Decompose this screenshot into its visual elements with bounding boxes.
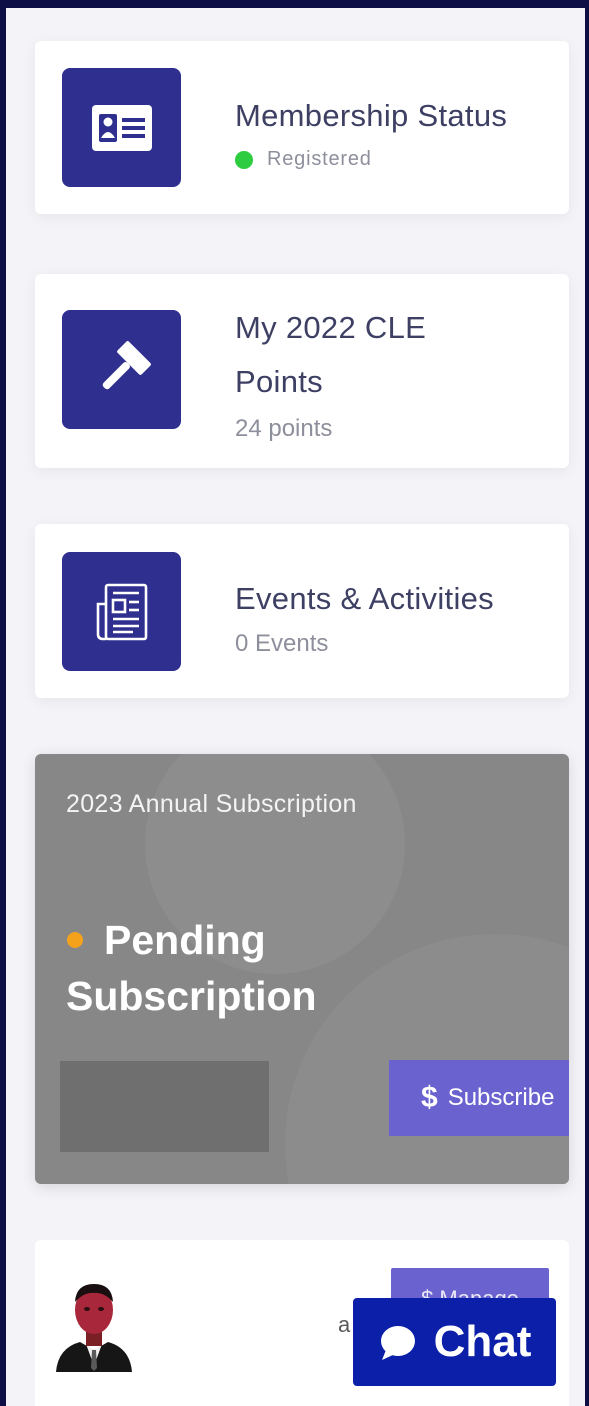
membership-status-text: Registered: [267, 148, 372, 171]
chat-button-label: Chat: [433, 1317, 532, 1366]
events-activities-value: 0 Events: [235, 630, 329, 657]
redacted-placeholder: [60, 1061, 269, 1152]
cle-points-title-line2: Points: [235, 364, 323, 399]
avatar: [54, 1276, 134, 1372]
chat-button[interactable]: Chat: [353, 1298, 556, 1386]
subscription-status-line1: Pending: [104, 917, 266, 963]
dashboard-page: Membership Status Registered My 2022 CLE…: [6, 8, 585, 1406]
profile-name-text: a: [338, 1312, 351, 1337]
events-activities-title: Events & Activities: [235, 581, 494, 616]
cle-points-card[interactable]: My 2022 CLE Points 24 points: [35, 274, 569, 468]
dollar-icon: $: [421, 1081, 438, 1114]
membership-status-card[interactable]: Membership Status Registered: [35, 41, 569, 214]
subscribe-button-label: Subscribe: [447, 1084, 555, 1111]
annual-subscription-card: 2023 Annual Subscription Pending Subscrip…: [35, 754, 569, 1184]
subscription-label: 2023 Annual Subscription: [66, 790, 357, 818]
membership-status-value: Registered: [235, 145, 372, 173]
status-indicator-dot: [235, 150, 253, 169]
id-card-icon: [62, 68, 181, 187]
subscription-status-line2: Subscription: [66, 973, 317, 1019]
chat-bubble-icon: [380, 1326, 415, 1360]
newspaper-icon: [62, 552, 181, 671]
membership-status-title: Membership Status: [235, 98, 508, 133]
subscription-status: Pending Subscription: [66, 912, 386, 1024]
gavel-icon: [62, 310, 181, 429]
subscribe-button[interactable]: $ Subscribe: [389, 1060, 569, 1136]
events-activities-card[interactable]: Events & Activities 0 Events: [35, 524, 569, 698]
cle-points-value: 24 points: [235, 415, 333, 442]
cle-points-title-line1: My 2022 CLE: [235, 310, 427, 345]
